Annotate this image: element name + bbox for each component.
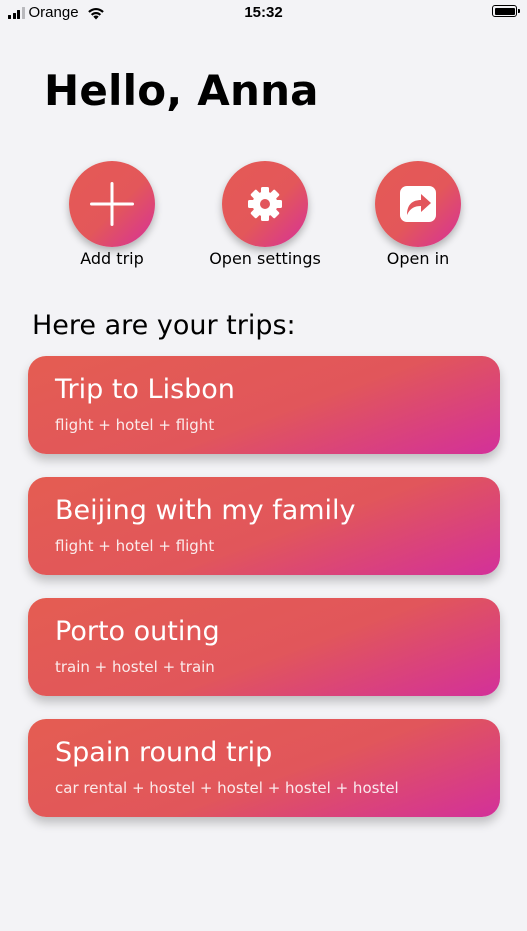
add-trip-label: Add trip <box>80 249 144 268</box>
add-trip-circle[interactable] <box>69 161 155 247</box>
battery-icon <box>492 5 520 17</box>
trip-summary: car rental + hostel + hostel + hostel + … <box>55 779 399 797</box>
trip-card[interactable]: Trip to Lisbon flight + hotel + flight <box>28 356 500 454</box>
add-trip-button[interactable]: Add trip <box>37 161 187 268</box>
open-settings-circle[interactable] <box>222 161 308 247</box>
open-in-button[interactable]: Open in <box>343 161 493 268</box>
trip-card[interactable]: Porto outing train + hostel + train <box>28 598 500 696</box>
open-settings-button[interactable]: Open settings <box>190 161 340 268</box>
trip-summary: flight + hotel + flight <box>55 537 215 555</box>
open-in-label: Open in <box>386 249 450 268</box>
open-settings-label: Open settings <box>209 249 321 268</box>
status-time: 15:32 <box>244 4 283 21</box>
status-bar: Orange 15:32 <box>0 0 527 26</box>
trip-title: Trip to Lisbon <box>55 374 235 405</box>
plus-icon <box>90 182 134 226</box>
trip-card[interactable]: Beijing with my family flight + hotel + … <box>28 477 500 575</box>
trips-heading: Here are your trips: <box>32 310 296 341</box>
greeting-title: Hello, Anna <box>44 66 319 115</box>
trip-title: Spain round trip <box>55 737 273 768</box>
trip-summary: train + hostel + train <box>55 658 215 676</box>
action-bar: Add trip Open settings Open in <box>0 161 527 271</box>
trip-card[interactable]: Spain round trip car rental + hostel + h… <box>28 719 500 817</box>
trip-title: Beijing with my family <box>55 495 356 526</box>
open-in-circle[interactable] <box>375 161 461 247</box>
share-icon <box>400 186 436 222</box>
gear-icon <box>248 187 282 221</box>
trip-title: Porto outing <box>55 616 220 647</box>
trip-summary: flight + hotel + flight <box>55 416 215 434</box>
